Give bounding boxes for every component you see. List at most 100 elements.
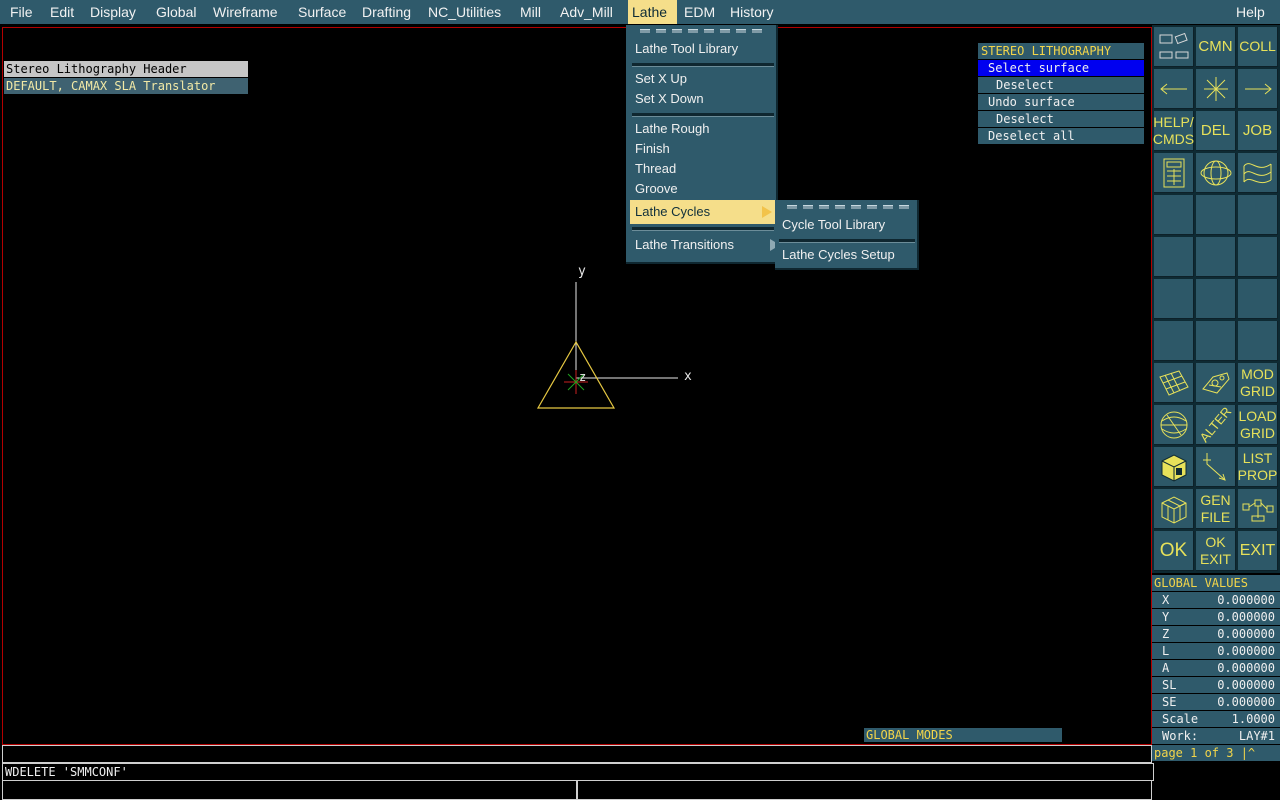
menu-item-cycle-tool-library[interactable]: Cycle Tool Library — [782, 216, 885, 234]
value-row-y[interactable]: Y 0.000000 — [1152, 609, 1280, 626]
empty-slot[interactable] — [1154, 237, 1194, 277]
part-model-button[interactable] — [1196, 363, 1236, 403]
page-indicator[interactable]: page 1 of 3 |^ — [1152, 745, 1280, 762]
value-row-se[interactable]: SE 0.000000 — [1152, 694, 1280, 711]
menu-item-lathe-transitions[interactable]: Lathe Transitions — [635, 236, 780, 254]
del-button[interactable]: DEL — [1196, 111, 1236, 151]
menu-global[interactable]: Global — [153, 0, 199, 24]
wire-box-button[interactable] — [1154, 489, 1194, 529]
menu-item-finish[interactable]: Finish — [635, 140, 670, 158]
axis-z-label: z — [579, 370, 587, 384]
value-number: LAY#1 — [1238, 729, 1275, 743]
menu-surface[interactable]: Surface — [295, 0, 349, 24]
calculator-button[interactable] — [1154, 153, 1194, 193]
value-row-l[interactable]: L 0.000000 — [1152, 643, 1280, 660]
value-key: Y — [1162, 610, 1170, 624]
sphere-view-button[interactable] — [1196, 153, 1236, 193]
load-grid-button[interactable]: LOAD GRID — [1238, 405, 1278, 445]
previous-button[interactable] — [1154, 69, 1194, 109]
option-deselect-2[interactable]: Deselect — [978, 111, 1144, 128]
menu-item-lathe-rough[interactable]: Lathe Rough — [635, 120, 709, 138]
global-modes-tab[interactable]: GLOBAL MODES — [864, 728, 1062, 742]
surface-view-button[interactable] — [1238, 153, 1278, 193]
empty-slot[interactable] — [1238, 321, 1278, 361]
header-title: Stereo Lithography Header — [4, 61, 248, 77]
menu-help[interactable]: Help — [1233, 0, 1268, 24]
value-row-scale[interactable]: Scale 1.0000 — [1152, 711, 1280, 728]
menu-mill[interactable]: Mill — [517, 0, 544, 24]
option-deselect[interactable]: Deselect — [978, 77, 1144, 94]
option-deselect-all[interactable]: Deselect all — [978, 128, 1144, 145]
ok-button[interactable]: OK — [1154, 531, 1194, 571]
value-row-x[interactable]: X 0.000000 — [1152, 592, 1280, 609]
empty-slot[interactable] — [1238, 195, 1278, 235]
mod-grid-button[interactable]: MOD GRID — [1238, 363, 1278, 403]
menu-item-thread[interactable]: Thread — [635, 160, 676, 178]
center-button[interactable] — [1196, 69, 1236, 109]
value-number: 0.000000 — [1217, 610, 1275, 624]
menu-item-lathe-cycles[interactable]: Lathe Cycles — [630, 200, 778, 224]
menu-display[interactable]: Display — [87, 0, 139, 24]
menu-wireframe[interactable]: Wireframe — [210, 0, 281, 24]
coll-button[interactable]: COLL — [1238, 27, 1278, 67]
tear-off-handle[interactable] — [640, 29, 762, 33]
empty-slot[interactable] — [1196, 237, 1236, 277]
calculator-icon — [1163, 158, 1184, 187]
empty-slot[interactable] — [1196, 195, 1236, 235]
menu-item-set-x-up[interactable]: Set X Up — [635, 70, 687, 88]
empty-slot[interactable] — [1238, 237, 1278, 277]
next-button[interactable] — [1238, 69, 1278, 109]
alter-button[interactable]: ALTER — [1196, 404, 1236, 445]
menu-lathe[interactable]: Lathe — [628, 0, 677, 24]
list-prop-button[interactable]: LIST PROP — [1238, 447, 1278, 487]
assembly-button[interactable] — [1238, 489, 1278, 529]
empty-slot[interactable] — [1154, 321, 1194, 361]
lathe-dropdown-menu: Lathe Tool Library Set X Up Set X Down L… — [626, 25, 780, 264]
empty-slot[interactable] — [1154, 195, 1194, 235]
value-row-work[interactable]: Work: LAY#1 — [1152, 728, 1280, 745]
menu-separator — [779, 239, 915, 243]
empty-slot[interactable] — [1196, 321, 1236, 361]
empty-slot[interactable] — [1154, 279, 1194, 319]
help-cmds-button[interactable]: HELP/CMDS — [1153, 111, 1194, 151]
value-row-z[interactable]: Z 0.000000 — [1152, 626, 1280, 643]
empty-slot[interactable] — [1196, 279, 1236, 319]
menu-item-groove[interactable]: Groove — [635, 180, 678, 198]
mesh-surface-button[interactable] — [1154, 363, 1194, 403]
button-label: OK EXIT — [1199, 533, 1232, 567]
value-row-a[interactable]: A 0.000000 — [1152, 660, 1280, 677]
job-button[interactable]: JOB — [1238, 111, 1278, 151]
command-input[interactable] — [2, 745, 1152, 763]
wire-sphere-button[interactable] — [1154, 405, 1194, 445]
view-layout-button[interactable] — [1154, 27, 1194, 67]
menu-drafting[interactable]: Drafting — [359, 0, 414, 24]
menu-edit[interactable]: Edit — [47, 0, 77, 24]
menu-file[interactable]: File — [7, 0, 36, 24]
value-key: L — [1162, 644, 1170, 658]
menu-edm[interactable]: EDM — [681, 0, 718, 24]
option-undo-surface[interactable]: Undo surface — [978, 94, 1144, 111]
gen-file-button[interactable]: GEN FILE — [1196, 489, 1236, 529]
value-row-sl[interactable]: SL 0.000000 — [1152, 677, 1280, 694]
menu-item-set-x-down[interactable]: Set X Down — [635, 90, 704, 108]
tear-off-handle[interactable] — [787, 205, 909, 209]
value-number: 0.000000 — [1217, 661, 1275, 675]
value-key: SL — [1162, 678, 1177, 692]
value-number: 0.000000 — [1217, 695, 1275, 709]
option-select-surface[interactable]: Select surface — [978, 60, 1144, 77]
menu-separator — [632, 113, 774, 117]
menu-item-label: Lathe Cycles — [635, 204, 711, 219]
measure-button[interactable] — [1196, 447, 1236, 487]
empty-slot[interactable] — [1238, 279, 1278, 319]
menu-item-lathe-tool-library[interactable]: Lathe Tool Library — [635, 40, 738, 58]
menu-item-lathe-cycles-setup[interactable]: Lathe Cycles Setup — [782, 246, 895, 264]
menu-history[interactable]: History — [727, 0, 777, 24]
exit-button[interactable]: EXIT — [1238, 531, 1278, 571]
solid-box-button[interactable] — [1154, 447, 1194, 487]
cmn-button[interactable]: CMN — [1196, 27, 1236, 67]
header-value[interactable]: DEFAULT, CAMAX SLA Translator — [4, 78, 248, 94]
menu-nc-utilities[interactable]: NC_Utilities — [425, 0, 504, 24]
menu-adv-mill[interactable]: Adv_Mill — [557, 0, 616, 24]
ok-exit-button[interactable]: OK EXIT — [1196, 531, 1236, 571]
button-label: LIST PROP — [1237, 449, 1278, 483]
